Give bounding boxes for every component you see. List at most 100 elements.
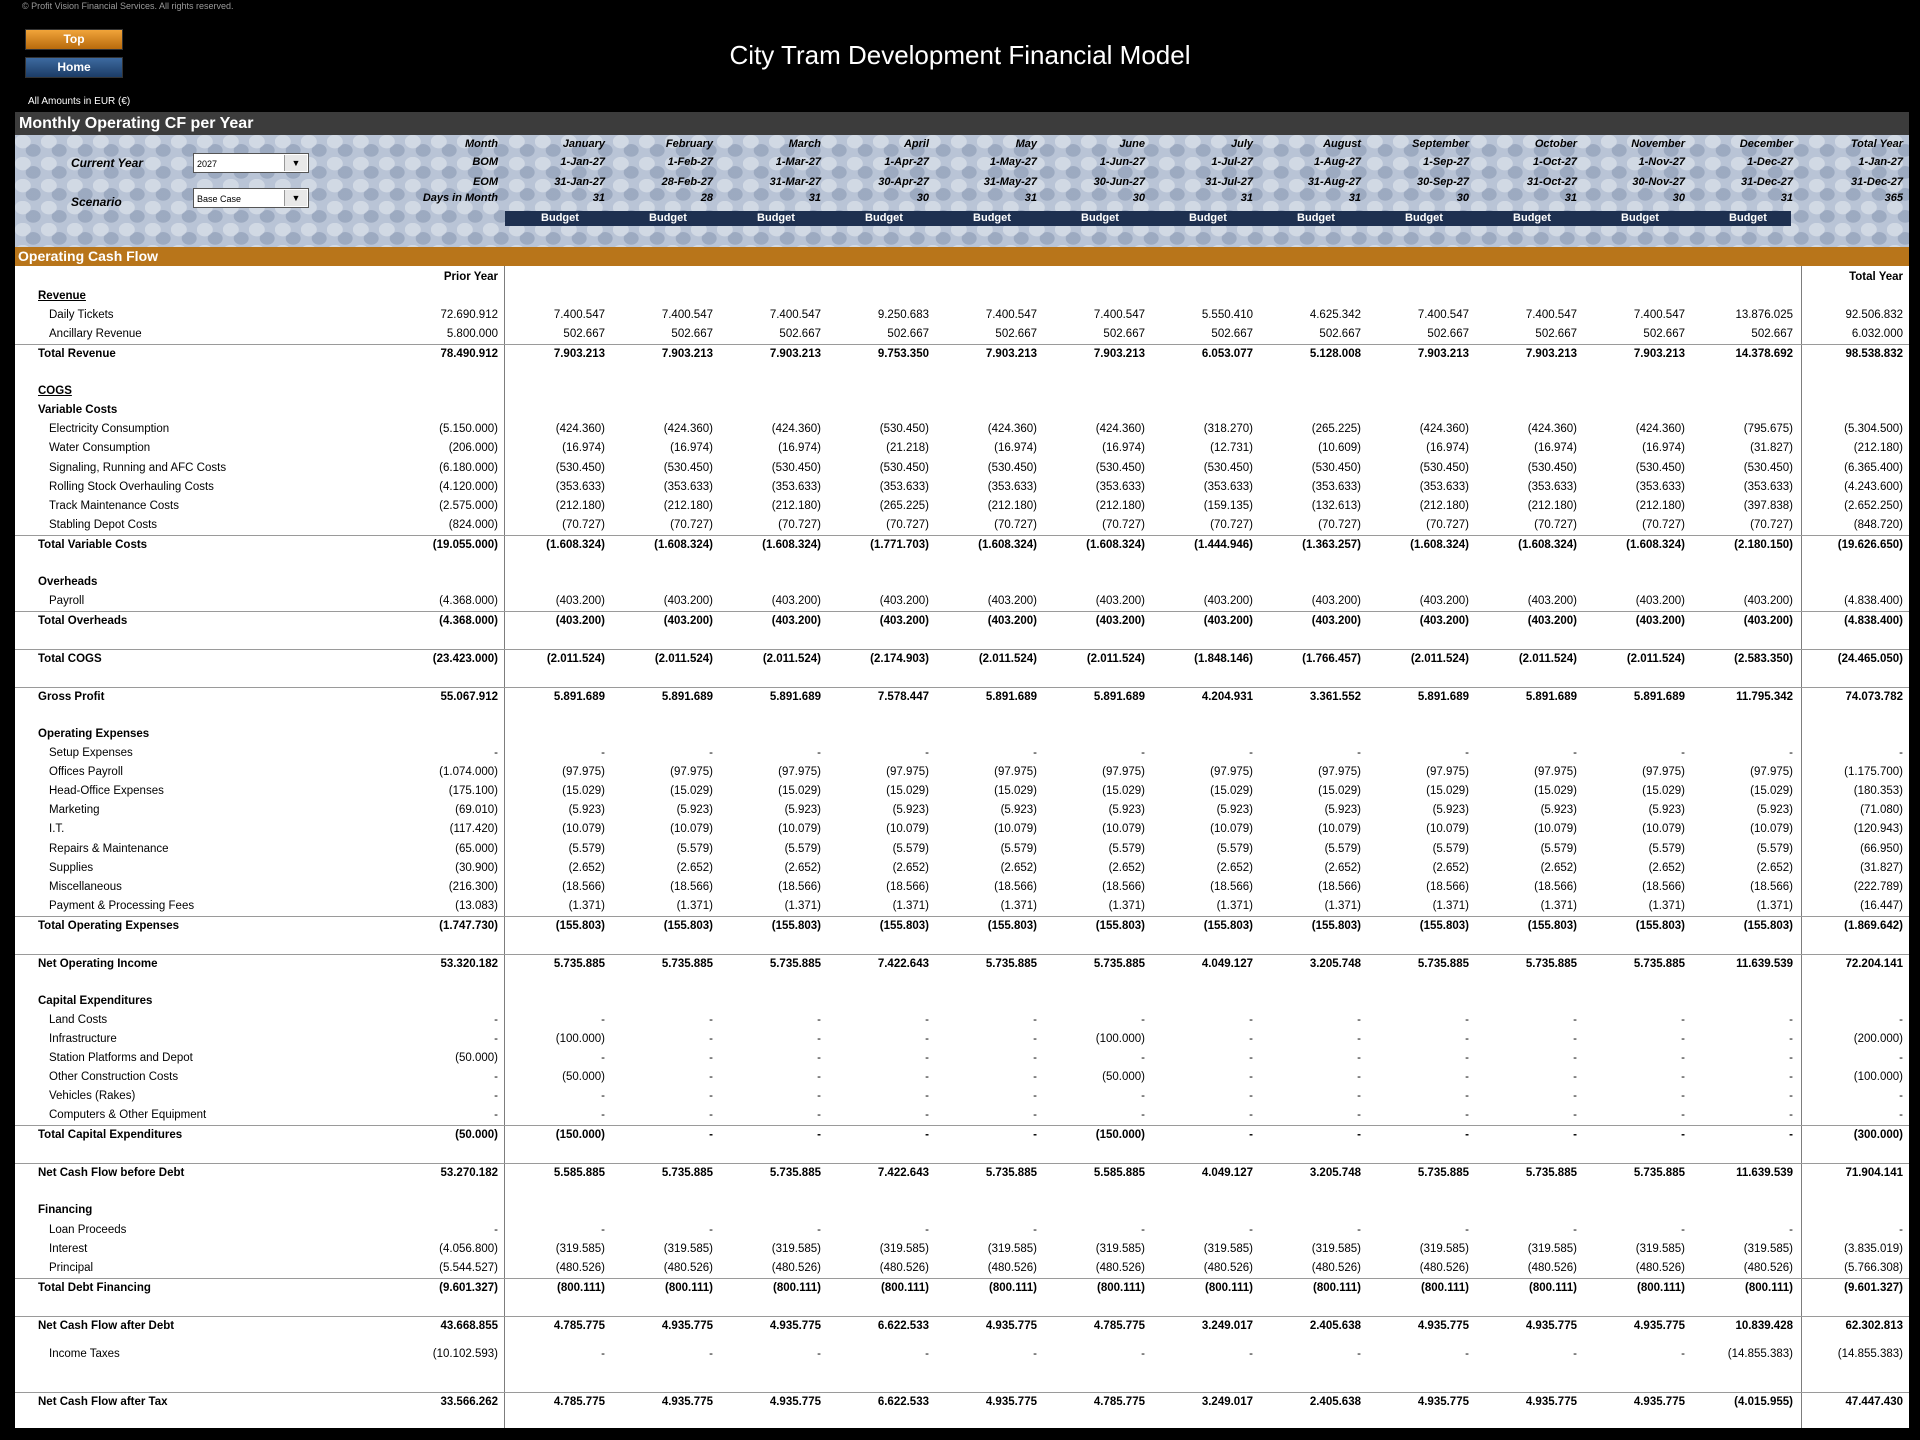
month-value: (18.566) <box>886 880 929 893</box>
month-value: 9.753.350 <box>877 348 929 361</box>
total-year-value: 72.204.141 <box>1845 957 1903 970</box>
header-row-label: BOM <box>472 156 498 168</box>
month-value: 7.422.643 <box>877 1167 929 1180</box>
month-value: 3.249.017 <box>1201 1395 1253 1408</box>
row-label: I.T. <box>49 823 65 836</box>
month-value: - <box>1249 1033 1253 1045</box>
month-value: (12.731) <box>1210 442 1253 455</box>
month-value: - <box>817 1347 821 1360</box>
month-value: - <box>1249 747 1253 760</box>
header-eom: 31-Jan-27 <box>554 176 605 188</box>
month-value: - <box>1357 1052 1361 1065</box>
month-value: 4.935.775 <box>1525 1319 1577 1332</box>
month-value: (5.923) <box>676 804 713 817</box>
table-row: Principal (5.544.527) (480.526) (480.526) (4… <box>15 1259 1909 1278</box>
month-value: (18.566) <box>1426 880 1469 893</box>
section-heading: Operating Expenses <box>15 725 1909 744</box>
month-value: (1.848.146) <box>1194 653 1253 665</box>
month-value: - <box>1573 1347 1577 1360</box>
month-value: (318.270) <box>1203 423 1253 436</box>
month-value: (2.652) <box>1432 861 1469 874</box>
total-year-value: - <box>1899 1013 1903 1026</box>
month-value: (50.000) <box>562 1071 605 1084</box>
scenario-select[interactable]: Base Case ▼ <box>193 188 309 208</box>
month-value: - <box>1033 1223 1037 1236</box>
total-year-value: (180.353) <box>1853 785 1903 798</box>
chevron-down-icon[interactable]: ▼ <box>284 155 307 171</box>
month-value: 4.049.127 <box>1201 1167 1253 1180</box>
month-value: 5.735.885 <box>661 1167 713 1180</box>
month-value: (353.633) <box>1743 480 1793 493</box>
month-value: (15.029) <box>1210 785 1253 798</box>
month-value: (353.633) <box>555 480 605 493</box>
table-row: Computers & Other Equipment - - - - - - - - - - - - -… <box>15 1106 1909 1125</box>
month-value: (5.579) <box>784 842 821 855</box>
month-value: 3.205.748 <box>1309 1167 1361 1180</box>
current-year-select[interactable]: 2027 ▼ <box>193 153 309 173</box>
header-days: 30 <box>916 192 929 204</box>
month-value: - <box>1357 1090 1361 1103</box>
month-value: (18.566) <box>778 880 821 893</box>
table-row: Supplies (30.900) (2.652) (2.652) (2.652) (2.… <box>15 859 1909 878</box>
total-year-value: 6.032.000 <box>1851 328 1903 341</box>
month-value: 502.667 <box>995 328 1037 341</box>
total-year-value: (24.465.050) <box>1837 653 1903 665</box>
month-value: (2.011.524) <box>978 653 1037 665</box>
month-value: (319.585) <box>1635 1242 1685 1255</box>
total-year-value: (300.000) <box>1853 1129 1903 1142</box>
month-value: - <box>1141 1013 1145 1026</box>
month-value: (480.526) <box>555 1261 605 1274</box>
header-eom: 31-Oct-27 <box>1526 176 1577 188</box>
header-eom: 31-Aug-27 <box>1307 176 1361 188</box>
month-value: 502.667 <box>671 328 713 341</box>
row-label: Stabling Depot Costs <box>49 518 158 531</box>
month-value: 4.785.775 <box>553 1319 605 1332</box>
month-value: - <box>1573 1052 1577 1065</box>
month-value: - <box>817 1090 821 1103</box>
month-value: (5.923) <box>1756 804 1793 817</box>
table-row: Interest (4.056.800) (319.585) (319.585) (31… <box>15 1240 1909 1259</box>
month-value: (353.633) <box>1419 480 1469 493</box>
table-row: I.T. (117.420) (10.079) (10.079) (10.079) (10… <box>15 820 1909 839</box>
header-eom: 31-Mar-27 <box>769 176 821 188</box>
prior-year-value: (23.423.000) <box>432 653 498 665</box>
month-value: (800.111) <box>1205 1281 1253 1294</box>
month-value: (424.360) <box>1095 423 1145 436</box>
month-value: (319.585) <box>879 1242 929 1255</box>
header-month: March <box>788 138 821 150</box>
header-month: May <box>1015 138 1037 150</box>
month-value: 502.667 <box>887 328 929 341</box>
month-value: (155.803) <box>1527 919 1577 932</box>
month-value: (212.180) <box>1419 499 1469 512</box>
month-value: - <box>1249 1071 1253 1084</box>
month-value: - <box>1141 1090 1145 1103</box>
row-label: Total Variable Costs <box>38 538 148 551</box>
total-year-value: (4.243.600) <box>1844 480 1903 493</box>
month-value: - <box>601 1347 605 1360</box>
month-value: - <box>925 1071 929 1084</box>
month-value: (97.975) <box>886 766 929 779</box>
month-value: (212.180) <box>1527 499 1577 512</box>
row-label: Ancillary Revenue <box>49 328 142 341</box>
month-value: (353.633) <box>771 480 821 493</box>
month-value: (5.923) <box>1432 804 1469 817</box>
section-heading: COGS <box>15 382 1909 401</box>
row-label: Total Overheads <box>38 614 128 627</box>
month-value: 7.903.213 <box>553 348 605 361</box>
month-value: - <box>1789 1090 1793 1103</box>
month-value: 502.667 <box>779 328 821 341</box>
month-value: (353.633) <box>1203 480 1253 493</box>
chevron-down-icon[interactable]: ▼ <box>284 190 307 206</box>
row-label: Track Maintenance Costs <box>49 499 179 512</box>
month-value: (403.200) <box>663 594 713 607</box>
month-value: - <box>1249 1013 1253 1026</box>
month-value: (70.727) <box>562 518 605 531</box>
total-year-value: 98.538.832 <box>1845 348 1903 361</box>
month-value: (5.923) <box>1216 804 1253 817</box>
month-value: (530.450) <box>1095 461 1145 474</box>
month-value: - <box>601 1052 605 1065</box>
prior-year-value: (4.120.000) <box>439 480 498 493</box>
month-value: - <box>1465 1129 1469 1142</box>
budget-label: Budget <box>541 212 579 224</box>
month-value: - <box>1465 747 1469 760</box>
